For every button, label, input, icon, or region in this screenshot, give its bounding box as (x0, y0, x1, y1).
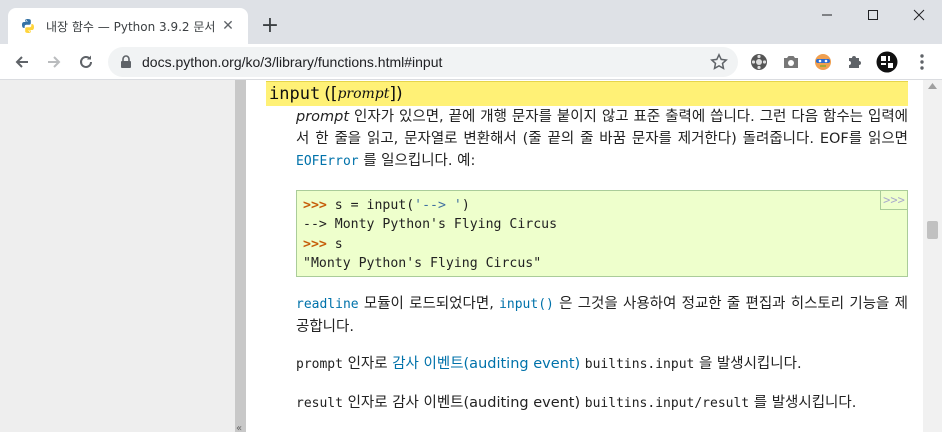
minimize-button[interactable] (804, 0, 850, 30)
maximize-icon (868, 10, 878, 20)
audit-arg-code: prompt (296, 357, 343, 372)
code-output-1: --> Monty Python's Flying Circus (303, 217, 558, 233)
auditing-event-link[interactable]: 감사 이벤트(auditing event) (392, 356, 580, 372)
docs-sidebar (0, 80, 235, 432)
code-line-1b: ) (461, 198, 470, 213)
scroll-up-icon[interactable] (928, 83, 937, 89)
reload-button[interactable] (72, 48, 100, 76)
extension-face-icon[interactable] (811, 50, 835, 74)
copy-prompt-toggle-button[interactable]: >>> (880, 190, 908, 210)
result-event-code: builtins.input/result (584, 396, 750, 411)
back-button[interactable] (8, 48, 36, 76)
browser-tab-active[interactable]: 내장 함수 — Python 3.9.2 문서 ✕ (8, 8, 248, 44)
address-bar[interactable]: docs.python.org/ko/3/library/functions.h… (108, 47, 738, 77)
code-output-2: "Monty Python's Flying Circus" (303, 255, 542, 271)
result-text-1: 인자로 감사 이벤트(auditing event) (342, 395, 585, 411)
url-text: docs.python.org/ko/3/library/functions.h… (142, 54, 443, 70)
code-block: >>> s = input('--> ') --> Monty Python's… (297, 191, 907, 273)
camera-icon[interactable] (779, 50, 803, 74)
page-viewport: « input ([ prompt ]) prompt 인자가 있으면, 끝에 … (0, 80, 942, 432)
menu-kebab-icon[interactable] (910, 50, 934, 74)
audit-result-paragraph: result 인자로 감사 이벤트(auditing event) builti… (296, 392, 908, 415)
readline-text-1: 모듈이 로드되었다면, (358, 296, 500, 312)
code-prompt: >>> (303, 236, 335, 252)
sidebar-collapse-bar[interactable]: « (235, 80, 246, 432)
python-logo-icon (22, 19, 34, 33)
input-func-link[interactable]: input() (499, 297, 554, 312)
audit-text-3: 을 발생시킵니다. (694, 356, 802, 372)
signature-name: input (269, 84, 321, 104)
puzzle-icon[interactable] (843, 50, 867, 74)
code-line-1a: s = input( (334, 198, 415, 213)
eoferror-link[interactable]: EOFError (296, 154, 359, 169)
audit-text-1: 인자로 (342, 356, 393, 372)
tab-title: 내장 함수 — Python 3.9.2 문서 (46, 19, 216, 34)
reload-icon (80, 55, 92, 68)
audit-event-code: builtins.input (584, 357, 695, 372)
doc-body: input ([ prompt ]) prompt 인자가 있으면, 끝에 개행… (246, 80, 923, 432)
description-paragraph: prompt 인자가 있으면, 끝에 개행 문자를 붙이지 않고 표준 출력에 … (296, 106, 908, 173)
maximize-button[interactable] (850, 0, 896, 30)
lock-icon (121, 55, 131, 68)
description-text-1: 인자가 있으면, 끝에 개행 문자를 붙이지 않고 표준 출력에 씁니다. 그런… (296, 109, 908, 147)
signature-close: ]) (389, 84, 403, 104)
browser-toolbar: docs.python.org/ko/3/library/functions.h… (0, 44, 942, 80)
readline-link[interactable]: readline (296, 297, 359, 312)
code-string: '--> ' (414, 198, 462, 213)
minimize-icon (822, 14, 832, 16)
readline-paragraph: readline 모듈이 로드되었다면, input() 은 그것을 사용하여 … (296, 293, 908, 338)
new-tab-button[interactable]: + (258, 14, 282, 38)
code-prompt: >>> (303, 198, 335, 213)
code-example: >>> >>> s = input('--> ') --> Monty Pyth… (296, 190, 908, 277)
code-line-3: s (334, 236, 343, 252)
chevron-left-icon: « (236, 423, 243, 432)
signature-arg: prompt (337, 86, 390, 102)
signature-open: ([ (324, 84, 338, 104)
audit-prompt-paragraph: prompt 인자로 감사 이벤트(auditing event) builti… (296, 353, 908, 376)
scrollbar-thumb[interactable] (927, 221, 938, 239)
forward-button[interactable] (40, 48, 68, 76)
result-text-2: 를 발생시킵니다. (749, 395, 857, 411)
tab-strip: 내장 함수 — Python 3.9.2 문서 ✕ + (0, 0, 942, 44)
bookmark-star-icon[interactable] (710, 53, 728, 71)
arrow-right-icon (48, 56, 61, 68)
arrow-left-icon (15, 56, 28, 68)
vertical-scrollbar[interactable] (923, 80, 942, 432)
close-window-button[interactable] (896, 0, 942, 30)
close-icon (913, 9, 925, 21)
extension-film-icon[interactable] (747, 50, 771, 74)
function-signature[interactable]: input ([ prompt ]) (266, 81, 908, 106)
result-arg-code: result (296, 396, 343, 411)
profile-avatar-icon[interactable] (875, 50, 899, 74)
prompt-arg-emphasis: prompt (296, 109, 350, 125)
description-text-2: 를 일으킵니다. 예: (358, 153, 476, 169)
tab-close-icon[interactable]: ✕ (218, 16, 238, 36)
